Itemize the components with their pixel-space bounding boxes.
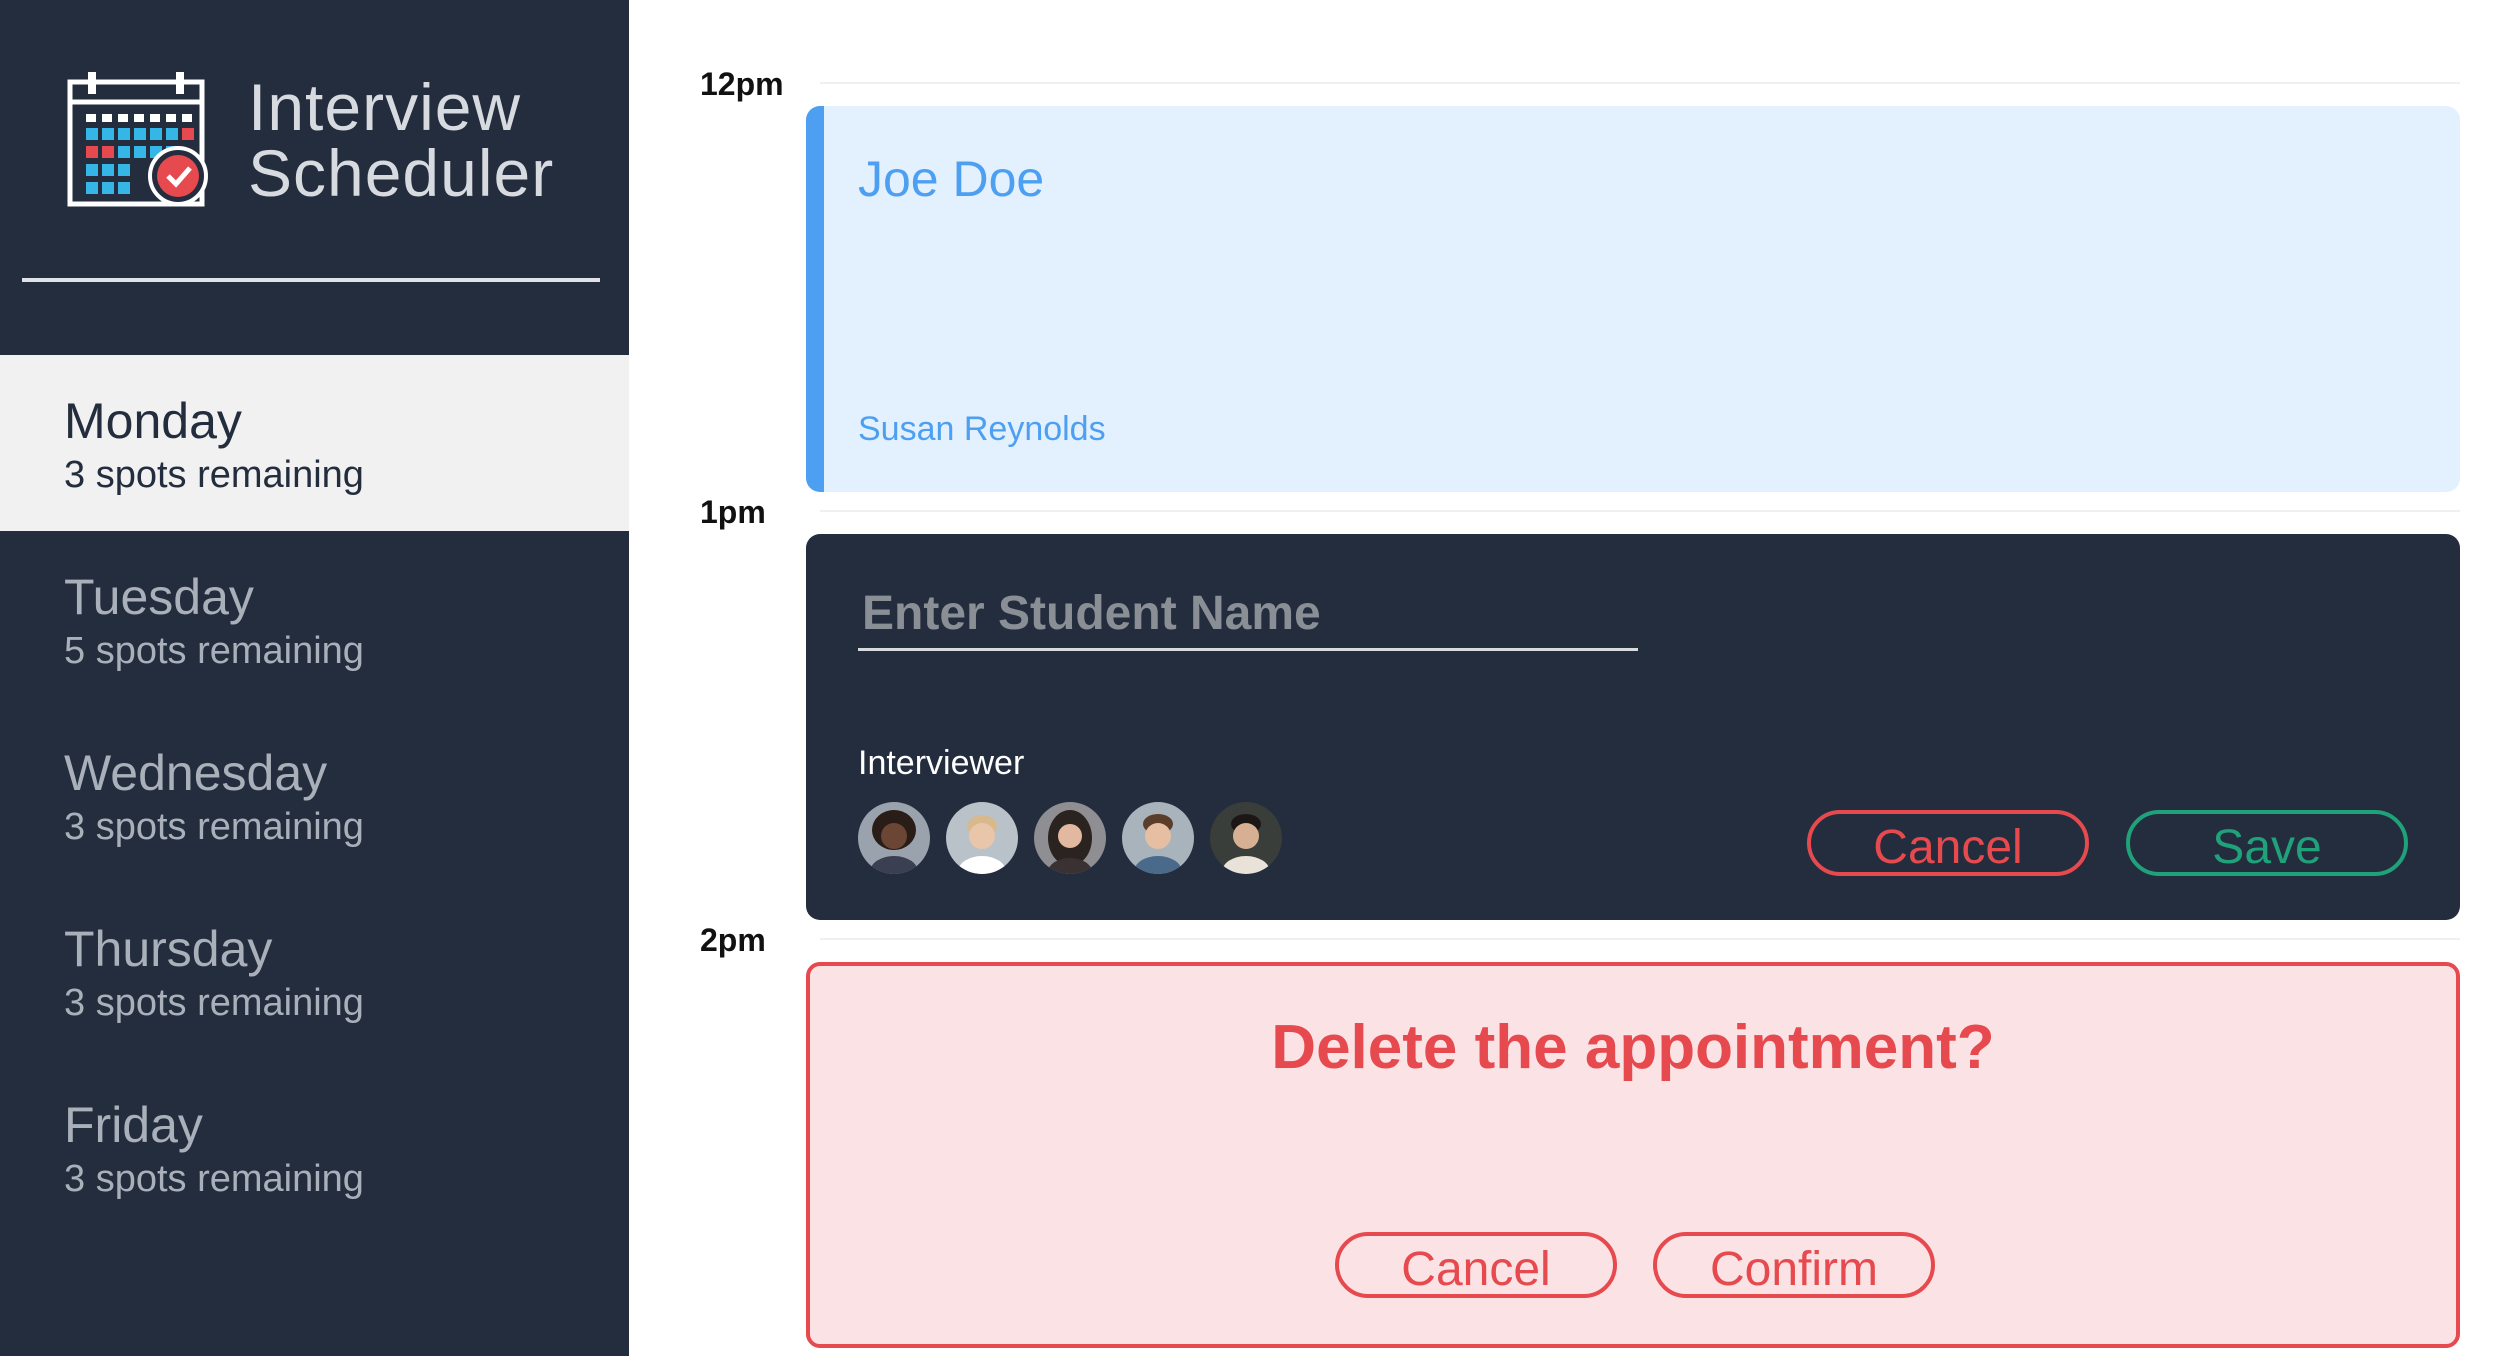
avatar-image	[1210, 802, 1282, 874]
time-divider	[820, 938, 2460, 940]
day-spots: 3 spots remaining	[64, 1158, 364, 1200]
day-name: Friday	[64, 1097, 203, 1153]
avatar-image	[1122, 802, 1194, 874]
avatar-image	[946, 802, 1018, 874]
avatar-image	[1034, 802, 1106, 874]
day-item-monday[interactable]: Monday 3 spots remaining	[0, 355, 629, 531]
calendar-check-icon	[67, 72, 208, 207]
sidebar: Interview Scheduler Monday 3 spots remai…	[0, 0, 629, 1356]
time-label-2pm: 2pm	[700, 922, 766, 958]
day-name: Thursday	[64, 921, 273, 977]
time-divider	[820, 82, 2460, 84]
day-spots: 3 spots remaining	[64, 454, 364, 496]
time-label-12pm: 12pm	[700, 66, 784, 102]
student-name: Joe Doe	[858, 151, 1045, 207]
day-name: Tuesday	[64, 569, 254, 625]
appointment-form: Interviewer	[806, 534, 2460, 920]
interviewer-avatar-2[interactable]	[946, 802, 1018, 874]
day-name: Monday	[64, 393, 242, 449]
day-name: Wednesday	[64, 745, 328, 801]
time-label-1pm: 1pm	[700, 494, 766, 530]
interviewer-avatar-3[interactable]	[1034, 802, 1106, 874]
day-spots: 3 spots remaining	[64, 982, 364, 1024]
appointment-booked[interactable]: Joe Doe Susan Reynolds	[806, 106, 2460, 492]
app-title: Interview Scheduler	[248, 74, 554, 206]
student-name-input[interactable]	[858, 578, 1638, 651]
confirm-button[interactable]: Confirm	[1653, 1232, 1935, 1298]
day-item-friday[interactable]: Friday 3 spots remaining	[0, 1059, 629, 1235]
appointment-accent-bar	[806, 106, 824, 492]
sidebar-divider	[22, 278, 600, 282]
cancel-button[interactable]: Cancel	[1807, 810, 2089, 876]
interviewer-avatar-5[interactable]	[1210, 802, 1282, 874]
delete-confirmation: Delete the appointment? Cancel Confirm	[806, 962, 2460, 1348]
app-title-line2: Scheduler	[248, 136, 555, 210]
confirm-message: Delete the appointment?	[1271, 1013, 1995, 1082]
save-button[interactable]: Save	[2126, 810, 2408, 876]
day-item-wednesday[interactable]: Wednesday 3 spots remaining	[0, 707, 629, 883]
day-spots: 5 spots remaining	[64, 630, 364, 672]
interviewer-avatar-4[interactable]	[1122, 802, 1194, 874]
avatar-image	[858, 802, 930, 874]
confirm-cancel-button[interactable]: Cancel	[1335, 1232, 1617, 1298]
app-title-line1: Interview	[248, 70, 522, 144]
day-item-thursday[interactable]: Thursday 3 spots remaining	[0, 883, 629, 1059]
day-spots: 3 spots remaining	[64, 806, 364, 848]
interviewer-label: Interviewer	[858, 744, 1025, 782]
time-divider	[820, 510, 2460, 512]
day-item-tuesday[interactable]: Tuesday 5 spots remaining	[0, 531, 629, 707]
interviewer-name: Susan Reynolds	[858, 410, 1106, 448]
interviewer-avatar-1[interactable]	[858, 802, 930, 874]
